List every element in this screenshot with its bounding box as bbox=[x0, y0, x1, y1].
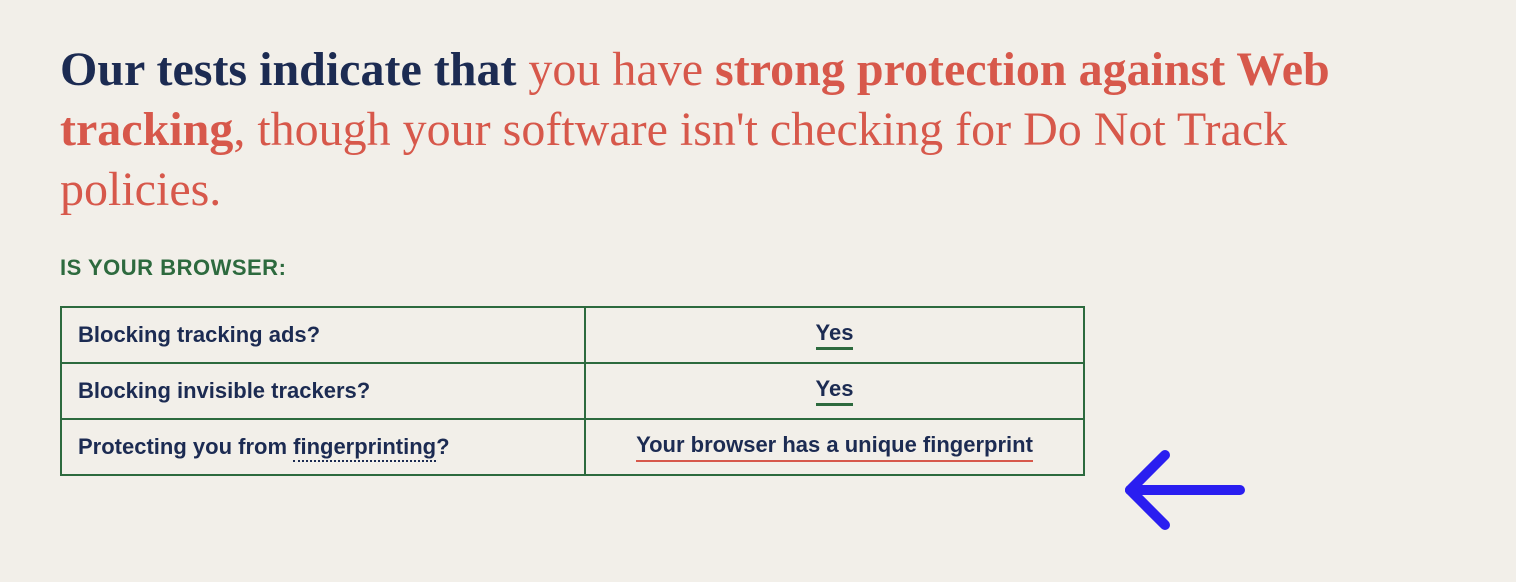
row-label-text: Blocking tracking ads? bbox=[78, 322, 320, 347]
row-value: Your browser has a unique fingerprint bbox=[585, 419, 1084, 474]
row-label: Protecting you from fingerprinting? bbox=[61, 419, 585, 474]
table-row: Blocking tracking ads? Yes bbox=[61, 307, 1084, 363]
row-value: Yes bbox=[585, 363, 1084, 419]
headline: Our tests indicate that you have strong … bbox=[60, 40, 1440, 220]
table-row: Blocking invisible trackers? Yes bbox=[61, 363, 1084, 419]
headline-part2: you have bbox=[528, 43, 715, 96]
fingerprinting-link[interactable]: fingerprinting bbox=[293, 434, 436, 462]
row-label-text-pre: Protecting you from bbox=[78, 434, 293, 459]
section-subhead: IS YOUR BROWSER: bbox=[60, 255, 1456, 281]
headline-part4: , though your software isn't checking fo… bbox=[60, 103, 1287, 216]
annotation-arrow-icon bbox=[1110, 430, 1250, 550]
row-label: Blocking tracking ads? bbox=[61, 307, 585, 363]
row-label-text-post: ? bbox=[436, 434, 449, 459]
row-value-text: Yes bbox=[816, 321, 854, 350]
row-value-text: Your browser has a unique fingerprint bbox=[636, 433, 1033, 461]
row-value: Yes bbox=[585, 307, 1084, 363]
headline-part1: Our tests indicate that bbox=[60, 43, 528, 96]
table-row: Protecting you from fingerprinting? Your… bbox=[61, 419, 1084, 474]
row-value-text: Yes bbox=[816, 377, 854, 406]
row-label-text: Blocking invisible trackers? bbox=[78, 378, 370, 403]
results-table: Blocking tracking ads? Yes Blocking invi… bbox=[60, 306, 1085, 476]
row-label: Blocking invisible trackers? bbox=[61, 363, 585, 419]
